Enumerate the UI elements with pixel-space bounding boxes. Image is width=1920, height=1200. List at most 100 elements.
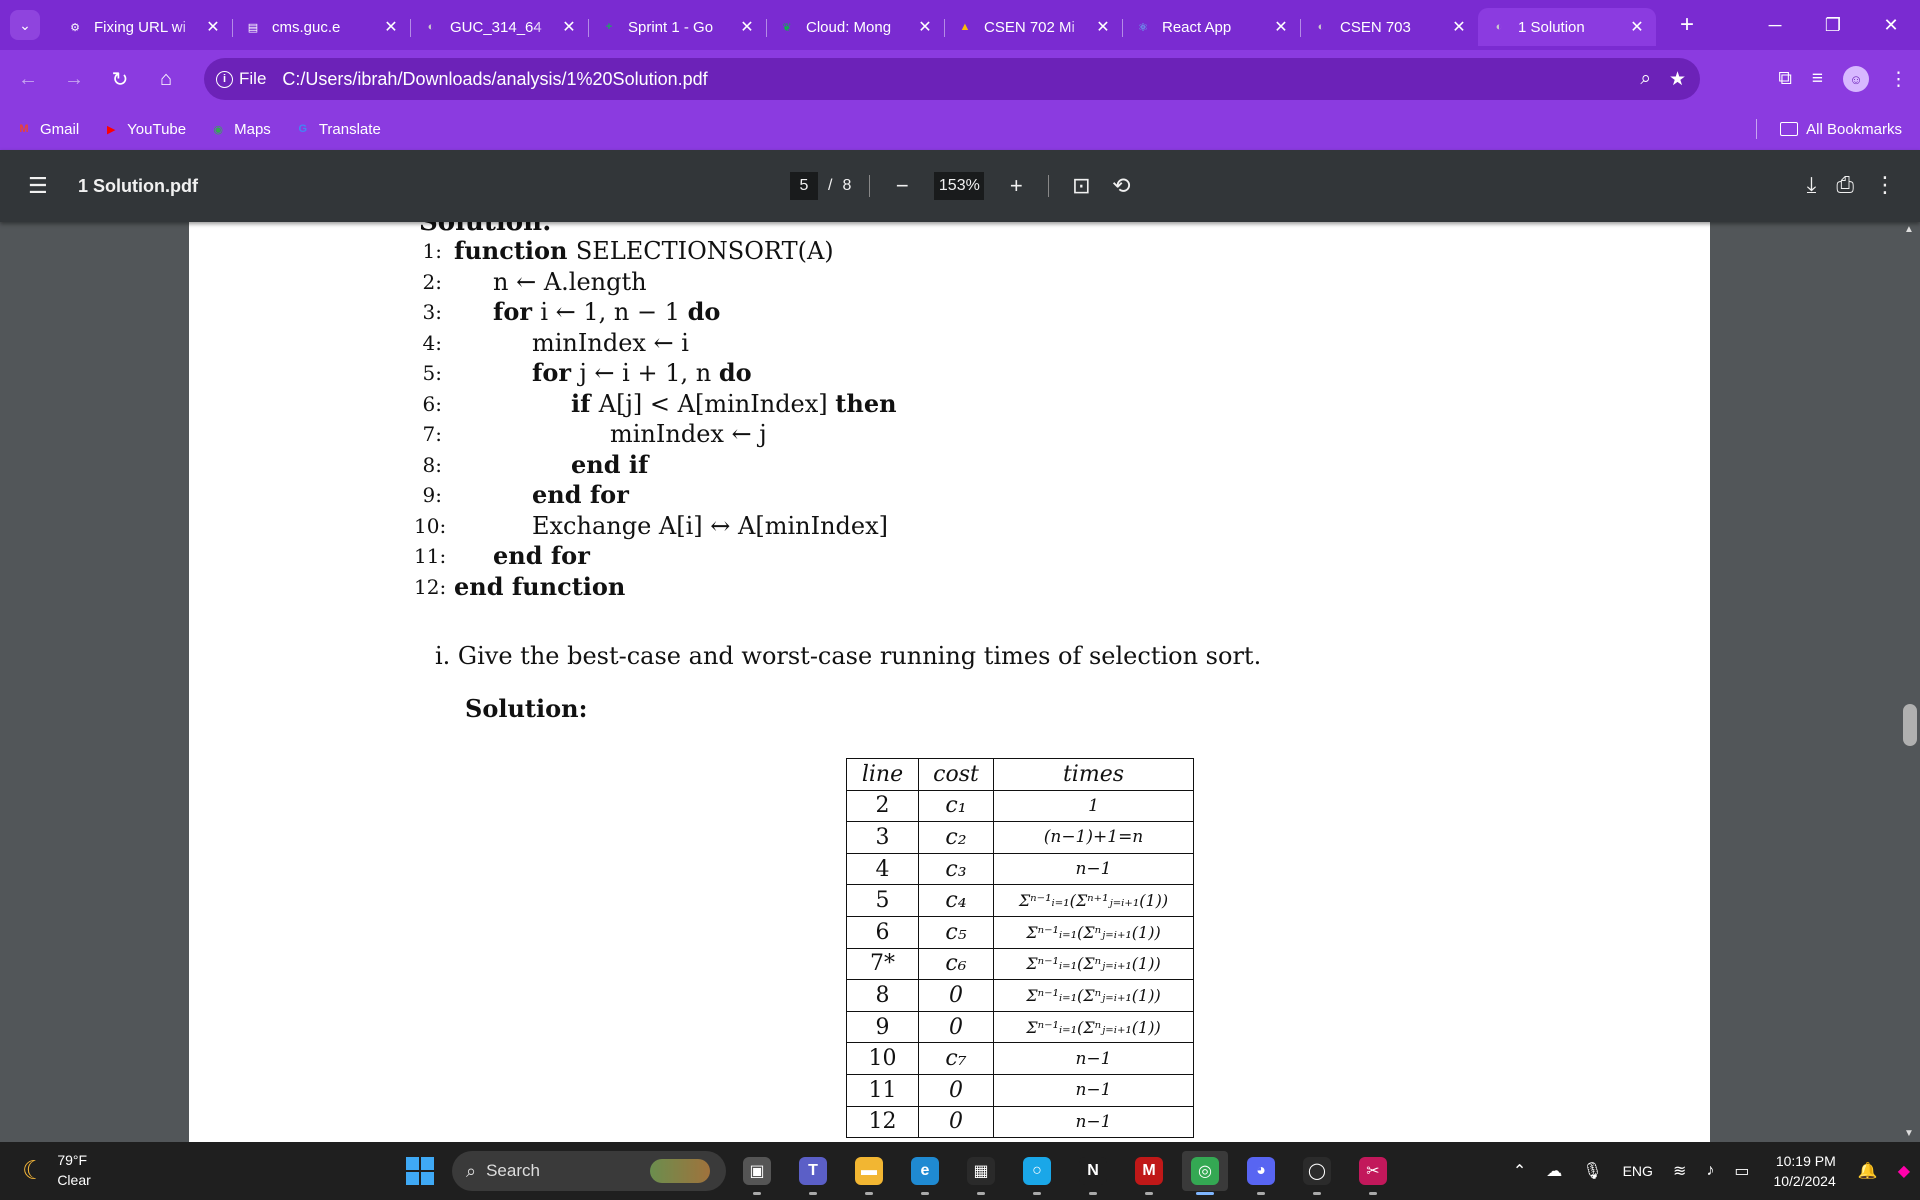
netflix-app[interactable]: N: [1070, 1151, 1116, 1195]
tab-1[interactable]: ⚙ Fixing URL wi ✕: [54, 8, 232, 46]
zoom-in-button[interactable]: +: [1002, 173, 1030, 199]
gmail-icon: M: [19, 123, 29, 135]
snipping-tool-app[interactable]: ✂: [1350, 1151, 1396, 1195]
tab-2[interactable]: ▤ cms.guc.e ✕: [232, 8, 410, 46]
mcafee-app[interactable]: M: [1126, 1151, 1172, 1195]
chrome-app[interactable]: ◎: [1182, 1151, 1228, 1195]
close-icon[interactable]: ✕: [1094, 17, 1112, 37]
reload-button[interactable]: ↻: [102, 61, 138, 97]
task-view-app[interactable]: ▣: [734, 1151, 780, 1195]
minimize-button[interactable]: ─: [1746, 0, 1804, 50]
code-text: Exchange A[i] ↔ A[minIndex]: [454, 511, 888, 542]
bookmark-translate[interactable]: G Translate: [295, 121, 381, 138]
cost-cell: c₃: [918, 852, 994, 886]
tab-8[interactable]: ◐ CSEN 703 ✕: [1300, 8, 1478, 46]
line-number: 7:: [422, 422, 442, 446]
column-header: line: [846, 758, 919, 791]
chevron-up-icon[interactable]: ⌃: [1513, 1161, 1526, 1181]
teams-app[interactable]: T: [790, 1151, 836, 1195]
profile-avatar[interactable]: ☺: [1843, 66, 1869, 92]
print-icon[interactable]: ⎙: [1836, 172, 1854, 198]
folder-icon: [1780, 122, 1799, 136]
tab-4[interactable]: + Sprint 1 - Go ✕: [588, 8, 766, 46]
notification-bell-icon[interactable]: 🔔: [1858, 1161, 1878, 1181]
table-row: 10 c₇ n−1: [846, 1042, 1194, 1075]
copilot-icon[interactable]: ◆: [1898, 1161, 1910, 1181]
address-bar-actions: ⌕ ★: [1640, 58, 1686, 100]
code-fragment: j ← i + 1, n: [579, 359, 719, 387]
menu-kebab-icon[interactable]: ⋮: [1889, 68, 1908, 91]
algorithm-line: 11: end for: [414, 541, 897, 572]
scroll-up-icon[interactable]: ▲: [1898, 222, 1920, 238]
tab-search-button[interactable]: ⌄: [10, 10, 40, 40]
clock[interactable]: 10:19 PM 10/2/2024: [1773, 1151, 1835, 1191]
start-button[interactable]: [406, 1157, 434, 1185]
close-icon[interactable]: ✕: [916, 17, 934, 37]
more-options-icon[interactable]: ⋮: [1874, 172, 1896, 198]
close-icon[interactable]: ✕: [1628, 17, 1646, 37]
edge-icon: e: [911, 1157, 939, 1185]
bookmark-youtube[interactable]: ▶ YouTube: [103, 121, 186, 138]
forward-button[interactable]: →: [56, 61, 92, 97]
tab-5[interactable]: ❦ Cloud: Mong ✕: [766, 8, 944, 46]
zoom-level-input[interactable]: 153%: [934, 172, 985, 200]
github-app[interactable]: ◯: [1294, 1151, 1340, 1195]
home-button[interactable]: ⌂: [148, 61, 184, 97]
media-controls-icon[interactable]: ≡: [1812, 68, 1823, 90]
bookmark-gmail[interactable]: M Gmail: [16, 121, 79, 138]
cost-cell: 0: [918, 1073, 994, 1107]
cortana-app[interactable]: ○: [1014, 1151, 1060, 1195]
scrollbar-thumb[interactable]: [1903, 704, 1917, 746]
cost-cell: c₇: [918, 1042, 994, 1075]
bookmark-star-icon[interactable]: ★: [1669, 68, 1686, 91]
url-text[interactable]: C:/Users/ibrah/Downloads/analysis/1%20So…: [282, 69, 707, 90]
taskbar-search[interactable]: ⌕ Search: [452, 1151, 726, 1191]
weather-widget[interactable]: ☾ 79°F Clear: [22, 1150, 91, 1190]
line-cell: 2: [846, 789, 919, 823]
file-explorer-app[interactable]: ▬: [846, 1151, 892, 1195]
close-icon[interactable]: ✕: [382, 17, 400, 37]
store-app[interactable]: ▦: [958, 1151, 1004, 1195]
language-indicator[interactable]: ENG: [1623, 1163, 1653, 1179]
extensions-icon[interactable]: ⧉: [1778, 68, 1792, 90]
discord-app[interactable]: ◕: [1238, 1151, 1284, 1195]
wifi-icon[interactable]: ≋: [1673, 1161, 1686, 1181]
address-bar[interactable]: i File C:/Users/ibrah/Downloads/analysis…: [204, 58, 1700, 100]
close-icon[interactable]: ✕: [1272, 17, 1290, 37]
close-icon[interactable]: ✕: [738, 17, 756, 37]
scroll-down-icon[interactable]: ▼: [1898, 1126, 1920, 1142]
solution-label: Solution:: [465, 694, 588, 723]
onedrive-icon[interactable]: ☁: [1546, 1161, 1562, 1181]
close-icon[interactable]: ✕: [204, 17, 222, 37]
restore-button[interactable]: ❐: [1804, 0, 1862, 50]
tab-6[interactable]: ▲ CSEN 702 Mi ✕: [944, 8, 1122, 46]
fit-page-icon[interactable]: ⊡: [1067, 173, 1095, 199]
close-icon[interactable]: ✕: [560, 17, 578, 37]
table-row: 2 c₁ 1: [846, 789, 1194, 823]
tab-3[interactable]: ◐ GUC_314_64 ✕: [410, 8, 588, 46]
rotate-icon[interactable]: ⟲: [1107, 173, 1135, 199]
pdf-file-name: 1 Solution.pdf: [78, 175, 198, 196]
close-window-button[interactable]: ✕: [1862, 0, 1920, 50]
back-button[interactable]: ←: [10, 61, 46, 97]
volume-icon[interactable]: ♪: [1706, 1162, 1714, 1180]
zoom-out-button[interactable]: −: [888, 173, 916, 199]
vertical-scrollbar[interactable]: ▲ ▼: [1898, 222, 1920, 1142]
download-icon[interactable]: ⤓: [1807, 172, 1817, 198]
microphone-icon[interactable]: 🎙: [1582, 1161, 1602, 1181]
zoom-icon[interactable]: ⌕: [1640, 68, 1651, 90]
document-icon: ▤: [247, 21, 259, 34]
new-tab-button[interactable]: +: [1672, 11, 1702, 39]
menu-icon[interactable]: ☰: [28, 173, 50, 199]
tab-9[interactable]: ◐ 1 Solution ✕: [1478, 8, 1656, 46]
close-icon[interactable]: ✕: [1450, 17, 1468, 37]
tab-7[interactable]: ⚛ React App ✕: [1122, 8, 1300, 46]
code-text: end for: [454, 480, 629, 511]
site-info-chip[interactable]: i File: [204, 69, 282, 89]
battery-icon[interactable]: ▭: [1734, 1161, 1749, 1181]
bookmark-maps[interactable]: ◉ Maps: [210, 121, 271, 138]
edge-app[interactable]: e: [902, 1151, 948, 1195]
page-number-input[interactable]: 5: [790, 172, 818, 200]
all-bookmarks-button[interactable]: All Bookmarks: [1756, 108, 1902, 150]
toolbar-actions: ⧉ ≡ ☺ ⋮: [1778, 59, 1908, 99]
